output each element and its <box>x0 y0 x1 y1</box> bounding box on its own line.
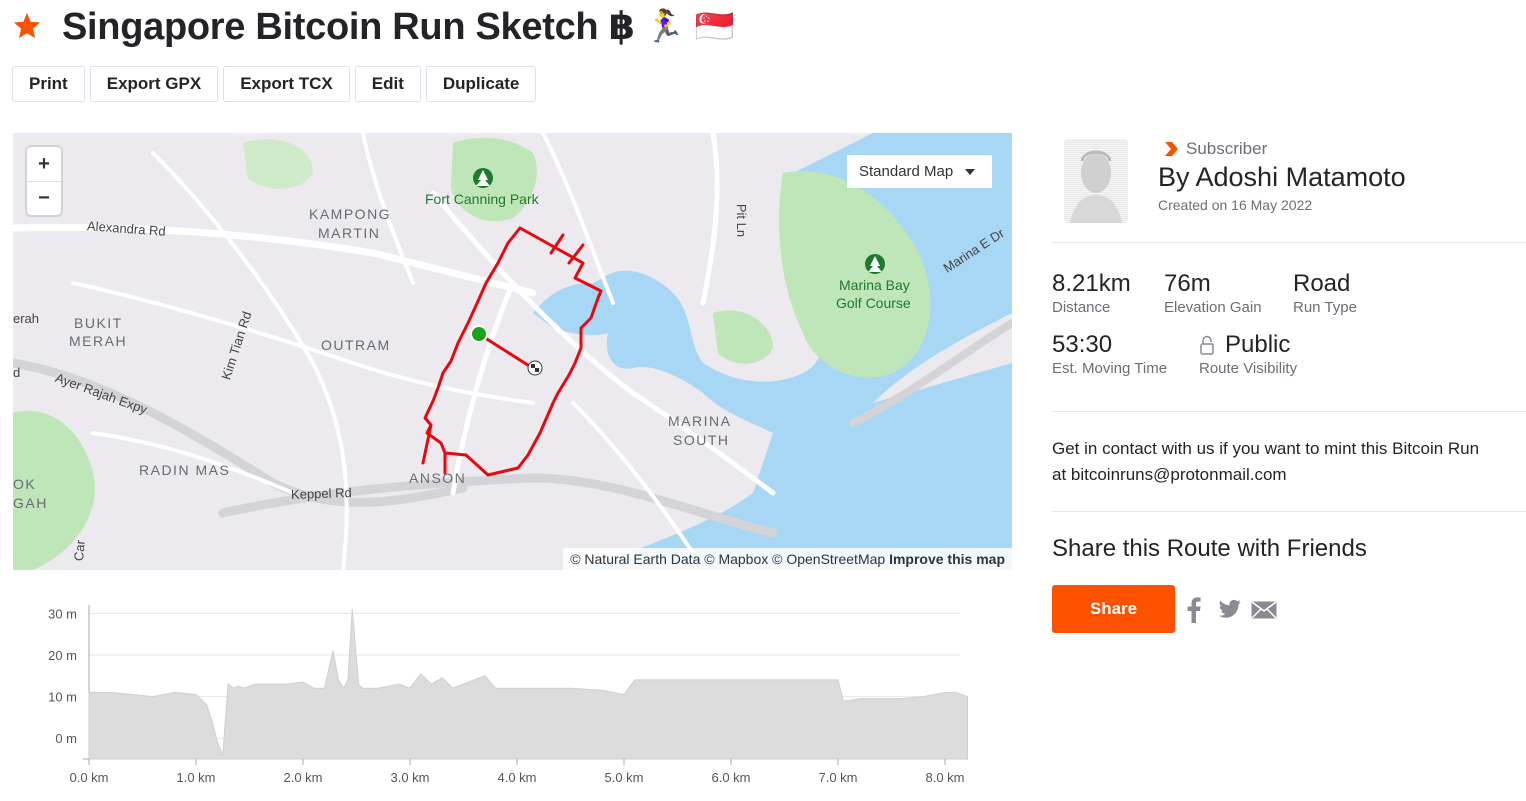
map-label-bukit: BUKIT <box>74 315 123 331</box>
map-label-anson: ANSON <box>409 470 467 486</box>
map-label-marina: MARINA <box>668 413 732 429</box>
zoom-out-button[interactable]: − <box>27 181 61 215</box>
export-gpx-button[interactable]: Export GPX <box>89 66 219 102</box>
route-map[interactable]: KAMPONG MARTIN BUKIT MERAH OUTRAM RADIN … <box>13 133 1012 570</box>
park-mid <box>243 139 313 189</box>
author-avatar[interactable] <box>1064 139 1128 223</box>
subscriber-badge: Subscriber <box>1162 139 1267 159</box>
twitter-icon[interactable] <box>1219 599 1241 619</box>
subscriber-chevron-icon <box>1165 142 1178 156</box>
park-label-fort-canning: Fort Canning Park <box>425 191 539 207</box>
road-label-keppel: Keppel Rd <box>290 484 352 503</box>
export-tcx-button[interactable]: Export TCX <box>223 66 350 102</box>
zoom-controls: + − <box>27 147 61 215</box>
route-start-marker <box>470 325 488 343</box>
map-label-south: SOUTH <box>673 432 730 448</box>
y-tick-label: 30 m <box>48 606 77 621</box>
contact-line-2: at bitcoinruns@protonmail.com <box>1052 465 1287 484</box>
park-east <box>713 310 773 364</box>
stat-distance-label: Distance <box>1052 299 1111 316</box>
map-label-ok: OK <box>13 476 37 492</box>
x-tick-label: 2.0 km <box>283 770 322 785</box>
caret-down-icon <box>965 168 976 175</box>
divider <box>1052 511 1526 512</box>
road-label-pit-ln: Pit Ln <box>734 203 750 238</box>
duplicate-button[interactable]: Duplicate <box>425 66 537 102</box>
x-tick-label: 4.0 km <box>497 770 536 785</box>
park-fort-canning <box>451 137 537 222</box>
stat-moving-time: 53:30 Est. Moving Time <box>1052 331 1167 377</box>
print-button[interactable]: Print <box>12 66 85 102</box>
road-label-car: Car <box>71 539 88 562</box>
map-style-dropdown[interactable]: Standard Map <box>847 155 992 188</box>
x-tick-label: 3.0 km <box>390 770 429 785</box>
map-label-d: d <box>13 365 21 380</box>
author-name[interactable]: By Adoshi Matamoto <box>1158 162 1406 193</box>
route-toolbar: Print Export GPX Export TCX Edit Duplica… <box>12 66 541 102</box>
contact-line-1: Get in contact with us if you want to mi… <box>1052 439 1480 458</box>
subscriber-label: Subscriber <box>1186 139 1268 158</box>
y-tick-label: 10 m <box>48 690 77 705</box>
elevation-series[interactable] <box>88 609 968 760</box>
title-emojis: 🏃‍♀️ 🇸🇬 <box>644 7 735 45</box>
map-label-radin-mas: RADIN MAS <box>139 462 231 478</box>
x-tick-label: 6.0 km <box>711 770 750 785</box>
park-label-marina-bay: Marina Bay <box>839 277 910 293</box>
x-tick-label: 0.0 km <box>69 770 108 785</box>
map-attribution: © Natural Earth Data © Mapbox © OpenStre… <box>563 548 1012 570</box>
divider <box>1052 411 1526 412</box>
edit-button[interactable]: Edit <box>354 66 421 102</box>
route-finish-marker <box>527 360 543 376</box>
elevation-y-ticks: 30 m 20 m 10 m 0 m <box>48 606 77 746</box>
water-river <box>533 278 608 336</box>
stat-run-type-label: Run Type <box>1293 299 1357 316</box>
title-row: Singapore Bitcoin Run Sketch ฿ 🏃‍♀️ 🇸🇬 <box>12 2 735 50</box>
y-tick-label: 20 m <box>48 648 77 663</box>
email-icon[interactable] <box>1251 601 1277 619</box>
map-label-erah: erah <box>13 311 40 326</box>
lock-icon <box>1200 335 1214 355</box>
stat-visibility-value-row: Public <box>1199 331 1297 359</box>
stat-distance: 8.21km Distance <box>1052 270 1131 316</box>
page-title: Singapore Bitcoin Run Sketch ฿ <box>62 5 635 48</box>
share-button[interactable]: Share <box>1052 585 1175 633</box>
elevation-x-ticks: 0.0 km 1.0 km 2.0 km 3.0 km 4.0 km 5.0 km 6.0 … <box>69 759 965 785</box>
stat-elevation-label: Elevation Gain <box>1164 299 1262 316</box>
stat-run-type: Road Run Type <box>1293 270 1357 316</box>
x-tick-label: 8.0 km <box>925 770 964 785</box>
divider <box>1052 242 1526 243</box>
elevation-chart: 30 m 20 m 10 m 0 m 0.0 km 1.0 km 2.0 km 3.0 km… <box>48 605 968 785</box>
facebook-icon[interactable] <box>1187 597 1201 623</box>
contact-note: Get in contact with us if you want to mi… <box>1052 436 1526 488</box>
y-tick-label: 0 m <box>55 731 77 746</box>
map-label-outram: OUTRAM <box>321 337 391 353</box>
park-label-golf-course: Golf Course <box>836 295 911 311</box>
stat-moving-time-value: 53:30 <box>1052 331 1113 358</box>
stat-visibility: Public Route Visibility <box>1199 331 1297 377</box>
map-label-merah: MERAH <box>69 333 128 349</box>
map-label-martin: MARTIN <box>318 225 381 241</box>
stat-run-type-value: Road <box>1293 270 1351 297</box>
x-tick-label: 1.0 km <box>176 770 215 785</box>
stat-visibility-value: Public <box>1225 331 1291 358</box>
elevation-area <box>88 609 968 760</box>
stat-distance-value: 8.21km <box>1052 270 1131 297</box>
map-label-gah: GAH <box>13 495 48 511</box>
x-tick-label: 5.0 km <box>604 770 643 785</box>
stat-elevation: 76m Elevation Gain <box>1164 270 1262 316</box>
zoom-in-button[interactable]: + <box>27 147 61 181</box>
x-tick-label: 7.0 km <box>818 770 857 785</box>
created-date: Created on 16 May 2022 <box>1158 197 1313 213</box>
share-title: Share this Route with Friends <box>1052 535 1367 562</box>
stat-visibility-label: Route Visibility <box>1199 360 1298 377</box>
stat-moving-time-label: Est. Moving Time <box>1052 360 1168 377</box>
map-label-kampong: KAMPONG <box>309 206 392 222</box>
map-style-label: Standard Map <box>859 163 954 180</box>
attribution-text: © Natural Earth Data © Mapbox © OpenStre… <box>570 551 886 567</box>
stat-elevation-value: 76m <box>1164 270 1211 297</box>
star-icon[interactable] <box>12 11 42 41</box>
improve-map-link[interactable]: Improve this map <box>889 551 1005 567</box>
